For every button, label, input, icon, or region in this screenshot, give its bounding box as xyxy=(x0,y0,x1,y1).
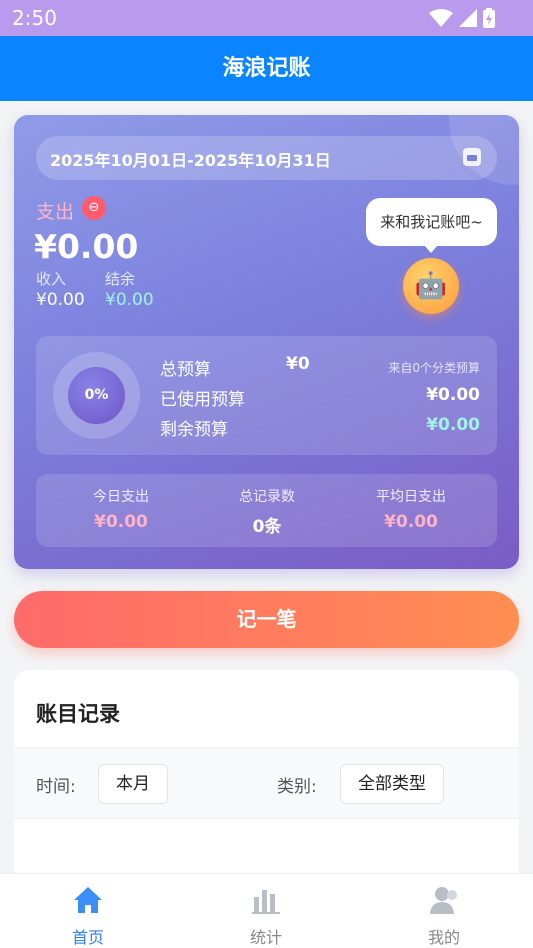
remaining-budget-value: ¥0.00 xyxy=(426,415,480,435)
tab-home[interactable]: 首页 xyxy=(28,882,148,948)
status-bar: 2:50 xyxy=(0,0,533,36)
total-budget-label: 总预算 xyxy=(160,360,211,380)
summary-card: 2025年10月01日-2025年10月31日 支出 ⊖ ¥0.00 收入 结余… xyxy=(14,115,519,569)
app-title: 海浪记账 xyxy=(222,56,311,81)
chart-icon xyxy=(206,882,326,918)
used-budget-value: ¥0.00 xyxy=(426,385,480,405)
date-range-text: 2025年10月01日-2025年10月31日 xyxy=(50,151,331,170)
budget-panel: 0% 总预算 ¥0 来自0个分类预算 已使用预算 ¥0.00 剩余预算 ¥0.0… xyxy=(36,336,497,455)
stat-label: 今日支出 xyxy=(93,489,149,505)
tab-profile[interactable]: 我的 xyxy=(384,882,504,948)
budget-source-note: 来自0个分类预算 xyxy=(388,361,480,375)
wifi-icon xyxy=(429,9,453,27)
tab-statistics[interactable]: 统计 xyxy=(206,882,326,948)
stat-label: 总记录数 xyxy=(239,489,295,505)
stat-value: 0条 xyxy=(252,517,282,537)
tab-profile-label: 我的 xyxy=(427,928,460,947)
stat-today-expense: 今日支出 ¥0.00 xyxy=(46,486,196,532)
stat-label: 平均日支出 xyxy=(376,489,446,505)
category-filter-select[interactable]: 全部类型 xyxy=(340,764,444,804)
time-filter-label: 时间: xyxy=(36,777,76,797)
status-time: 2:50 xyxy=(12,6,57,30)
tab-statistics-label: 统计 xyxy=(249,928,282,947)
total-budget-value: ¥0 xyxy=(286,354,310,374)
signal-icon xyxy=(459,9,477,27)
category-filter-label: 类别: xyxy=(277,777,317,797)
assistant-bubble: 来和我记账吧~ xyxy=(366,198,497,253)
status-icons xyxy=(429,8,495,28)
app-header: 海浪记账 xyxy=(0,36,533,101)
balance-value: ¥0.00 xyxy=(105,290,154,310)
add-record-button[interactable]: 记一笔 xyxy=(14,591,519,648)
time-filter-select[interactable]: 本月 xyxy=(98,764,168,804)
calendar-icon[interactable] xyxy=(463,148,481,166)
home-icon xyxy=(28,882,148,918)
robot-assistant-icon[interactable]: 🤖 xyxy=(403,258,459,314)
stat-value: ¥0.00 xyxy=(384,512,438,532)
records-title: 账目记录 xyxy=(36,702,120,726)
budget-progress-text: 0% xyxy=(68,367,125,424)
remaining-budget-label: 剩余预算 xyxy=(160,420,228,440)
stat-value: ¥0.00 xyxy=(94,512,148,532)
used-budget-label: 已使用预算 xyxy=(160,390,245,410)
records-filter-bar: 时间: 本月 类别: 全部类型 xyxy=(14,747,519,819)
bottom-tab-bar: 首页 统计 我的 xyxy=(0,873,533,948)
income-label: 收入 xyxy=(36,270,67,288)
expense-amount: ¥0.00 xyxy=(34,227,139,266)
user-icon xyxy=(384,882,504,918)
minus-circle-icon: ⊖ xyxy=(82,196,106,220)
income-value: ¥0.00 xyxy=(36,290,85,310)
battery-icon xyxy=(483,8,495,28)
stat-average-daily-expense: 平均日支出 ¥0.00 xyxy=(336,486,486,532)
stat-record-count: 总记录数 0条 xyxy=(192,486,342,537)
budget-progress-ring: 0% xyxy=(53,352,140,439)
expense-label: 支出 xyxy=(36,201,75,223)
balance-label: 结余 xyxy=(105,270,136,288)
tab-home-label: 首页 xyxy=(71,928,104,947)
stats-panel: 今日支出 ¥0.00 总记录数 0条 平均日支出 ¥0.00 xyxy=(36,474,497,547)
date-range-selector[interactable]: 2025年10月01日-2025年10月31日 xyxy=(36,136,497,180)
